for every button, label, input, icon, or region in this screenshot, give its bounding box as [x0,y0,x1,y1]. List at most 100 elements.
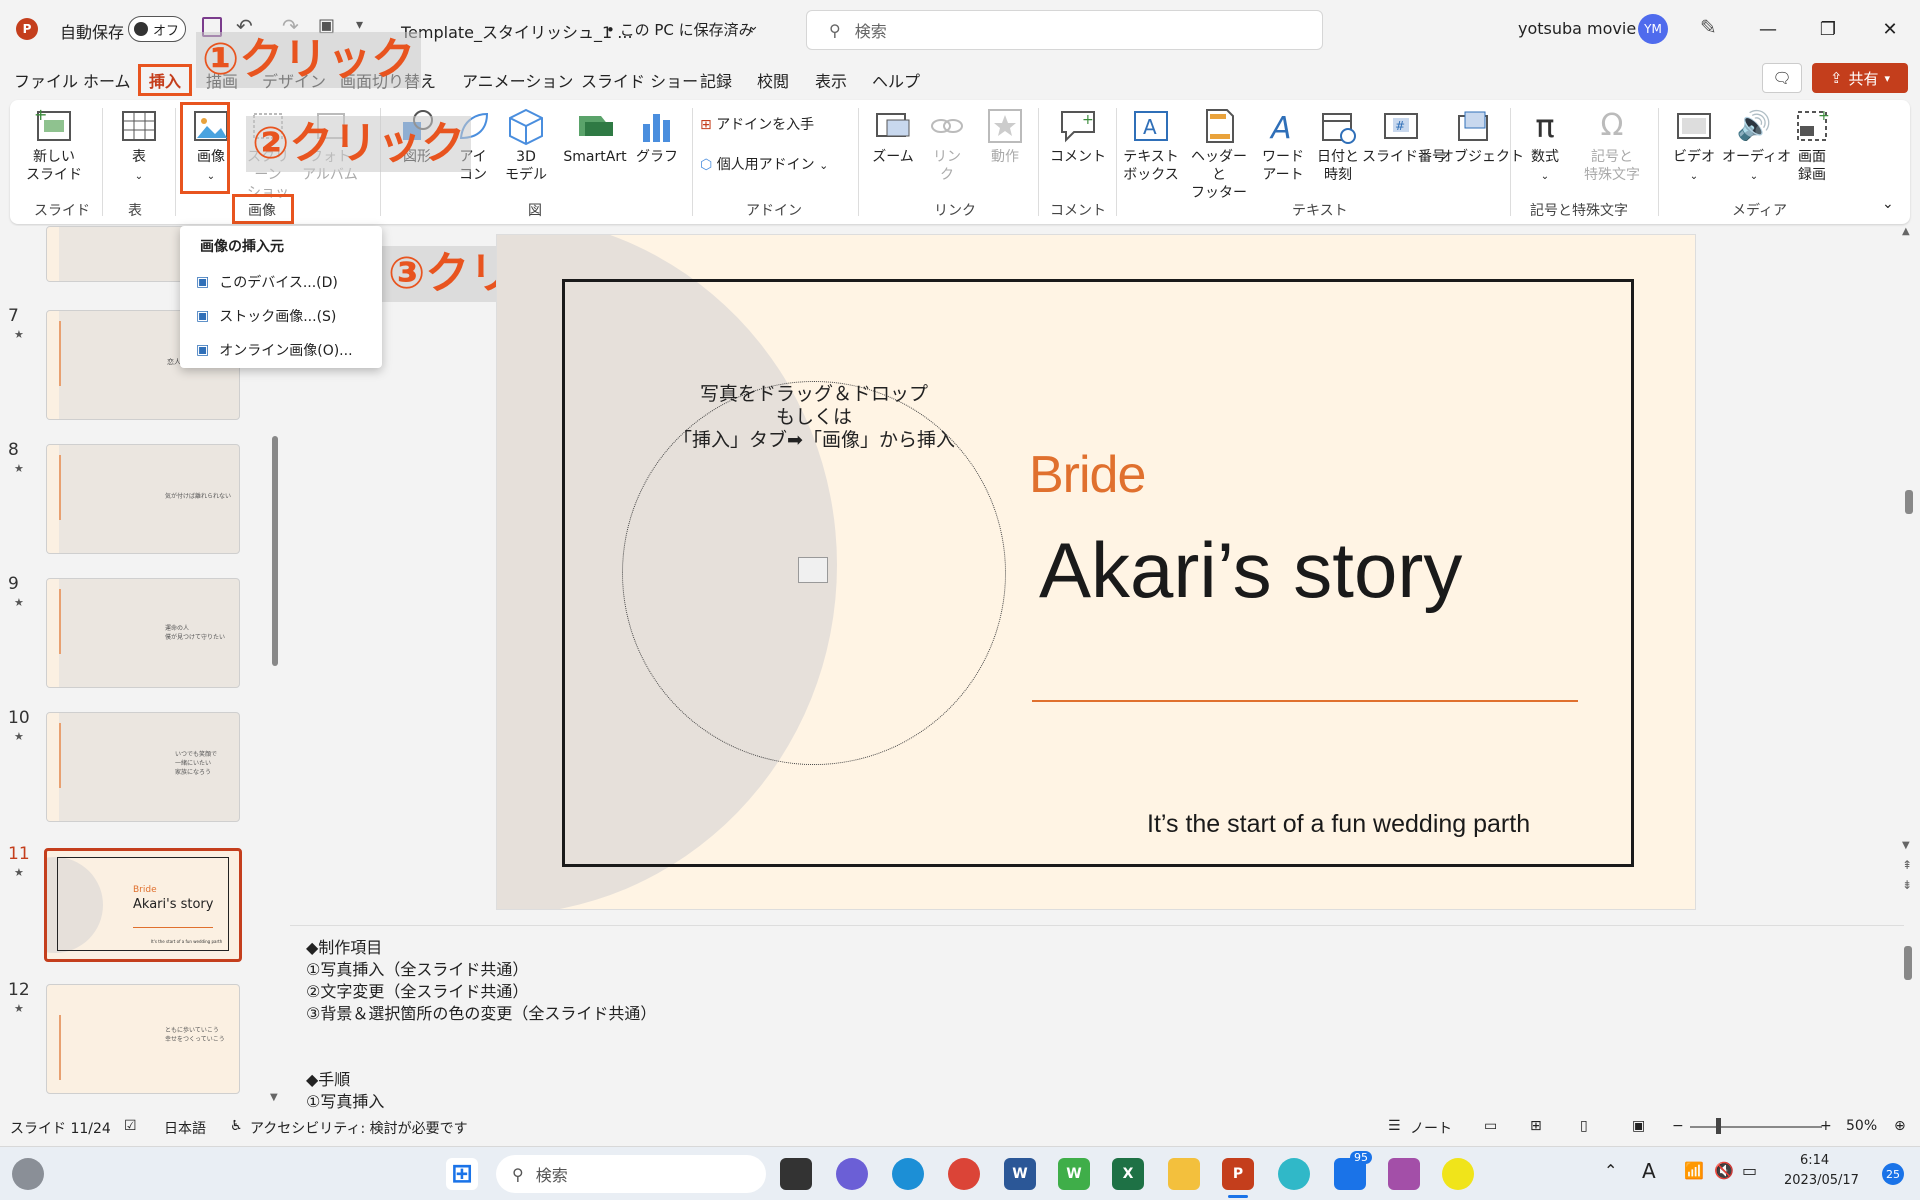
powerpoint-taskbar-icon[interactable]: P [1222,1158,1254,1190]
chart-button[interactable]: グラフ [634,106,680,166]
file-explorer-icon[interactable] [1168,1158,1200,1190]
customize-qat-icon[interactable]: ▾ [356,17,363,33]
object-button[interactable]: オブジェクト [1440,106,1524,166]
slideshow-view-icon[interactable]: ▣ [1632,1118,1645,1134]
yellow-app-icon[interactable] [1442,1158,1474,1190]
slide-thumbnail-12[interactable]: ともに歩いていこう 幸せをつくっていこう [46,984,240,1094]
accessibility-status[interactable]: アクセシビリティ: 検討が必要です [250,1118,468,1138]
zoom-level[interactable]: 50% [1846,1118,1877,1134]
slide-thumbnail-10[interactable]: いつでも笑顔で 一緒にいたい 家族になろう [46,712,240,822]
insert-picture-icon[interactable] [798,557,828,583]
menu-item-this-device[interactable]: ▣ このデバイス...(D) [196,272,338,292]
slide-sorter-icon[interactable]: ⊞ [1530,1118,1542,1134]
start-button-icon[interactable]: ⊞ [446,1158,478,1190]
excel-icon[interactable]: X [1112,1158,1144,1190]
zoom-button[interactable]: ズーム [868,106,918,166]
scroll-down-icon[interactable]: ▼ [1902,840,1910,851]
tab-animations[interactable]: アニメーション [462,68,573,92]
share-button[interactable]: ⇪ 共有 ▾ [1812,63,1908,93]
wordart-button[interactable]: A ワード アート [1254,106,1312,184]
language[interactable]: 日本語 [164,1118,206,1138]
slide-canvas[interactable]: 写真をドラッグ＆ドロップ もしくは 「挿入」タブ➡「画像」から挿入 Bride … [496,234,1696,910]
widgets-icon[interactable] [12,1158,44,1190]
pen-icon[interactable]: ✎ [1700,15,1717,39]
header-footer-button[interactable]: ヘッダーと フッター [1186,106,1252,202]
slide-subtitle[interactable]: It’s the start of a fun wedding parth [1147,810,1530,839]
minimize-button[interactable]: — [1748,9,1788,49]
bride-label[interactable]: Bride [1029,445,1146,505]
word-icon[interactable]: W [1004,1158,1036,1190]
slide-thumbnail-8[interactable]: 気が付けば離れられない [46,444,240,554]
link-button[interactable]: リン ク [924,106,970,184]
smartart-button[interactable]: SmartArt [560,106,630,166]
restore-button[interactable]: ❐ [1808,9,1848,49]
tab-review[interactable]: 校閲 [757,68,789,92]
action-button[interactable]: 動作 [982,106,1028,166]
next-slide-icon[interactable]: ⇟ [1902,878,1912,892]
comment-insert-button[interactable]: + コメント [1046,106,1110,166]
save-status[interactable]: • この PC に保存済み [606,19,754,40]
notes-toggle[interactable]: ノート [1410,1118,1452,1138]
notes-scrollbar[interactable] [1904,946,1912,980]
zoom-in-icon[interactable]: + [1820,1118,1832,1134]
normal-view-icon[interactable]: ▭ [1484,1118,1497,1134]
zoom-slider-thumb[interactable] [1716,1118,1721,1134]
ribbon-collapse-icon[interactable]: ⌄ [1882,196,1894,212]
slide-thumbnail-9[interactable]: 運命の人 僕が見つけて守りたい [46,578,240,688]
table-button[interactable]: 表 ⌄ [114,106,164,186]
notes-pane[interactable]: ◆制作項目 ①写真挿入（全スライド共通） ②文字変更（全スライド共通） ③背景＆… [290,925,1912,1111]
thumbnail-scrollbar[interactable] [272,436,278,666]
3d-model-button[interactable]: 3D モデル [500,106,552,184]
get-addin-button[interactable]: ⊞ アドインを入手 [700,116,814,134]
tray-overflow-icon[interactable]: ⌃ [1604,1161,1617,1180]
taskbar-search[interactable]: ⚲ 検索 [496,1155,766,1193]
avatar[interactable]: YM [1638,14,1668,44]
cloud-app-icon[interactable] [1278,1158,1310,1190]
reading-view-icon[interactable]: ▯ [1580,1118,1588,1134]
teams-chat-icon[interactable] [836,1158,868,1190]
tab-slideshow[interactable]: スライド ショー [581,68,698,92]
wps-writer-icon[interactable]: W [1058,1158,1090,1190]
spellcheck-icon[interactable]: ☑ [124,1118,137,1134]
screen-record-button[interactable]: + 画面 録画 [1786,106,1838,184]
scroll-up-icon[interactable]: ▲ [1902,226,1910,237]
close-button[interactable]: ✕ [1870,9,1910,49]
notification-badge[interactable]: 25 [1882,1163,1904,1185]
wifi-icon[interactable]: 📶 [1684,1161,1704,1180]
equation-button[interactable]: π 数式 ⌄ [1520,106,1570,186]
prev-slide-icon[interactable]: ⇞ [1902,858,1912,872]
tab-help[interactable]: ヘルプ [872,68,920,92]
clock-time[interactable]: 6:14 [1800,1153,1829,1168]
edge-icon[interactable] [892,1158,924,1190]
chevron-down-icon[interactable]: ⌄ [748,19,759,34]
tab-view[interactable]: 表示 [815,68,847,92]
tab-record[interactable]: 記録 [700,68,732,92]
tab-home[interactable]: ホーム [83,68,131,92]
menu-item-stock-images[interactable]: ▣ ストック画像...(S) [196,306,336,326]
task-view-icon[interactable] [780,1158,812,1190]
game-app-icon[interactable] [1388,1158,1420,1190]
my-addin-button[interactable]: ⬡ 個人用アドイン ⌄ [700,156,828,175]
zoom-slider[interactable] [1690,1126,1822,1128]
new-slide-button[interactable]: + 新しい スライド [24,106,84,184]
battery-icon[interactable]: ▭ [1742,1161,1757,1180]
autosave-toggle[interactable]: オフ [128,16,186,42]
slide-number-button[interactable]: # スライド番号 [1362,106,1446,166]
menu-item-online-images[interactable]: ▣ オンライン画像(O)... [196,340,353,360]
comments-button[interactable]: 🗨 [1762,63,1802,93]
search-box[interactable]: ⚲ 検索 [806,10,1323,50]
video-button[interactable]: ビデオ ⌄ [1666,106,1722,186]
symbol-button[interactable]: Ω 記号と 特殊文字 [1576,106,1648,184]
fit-slide-icon[interactable]: ⊕ [1894,1118,1906,1134]
tab-file[interactable]: ファイル [14,68,78,92]
chrome-icon[interactable] [948,1158,980,1190]
scroll-down-icon[interactable]: ▼ [270,1092,278,1103]
clock-date[interactable]: 2023/05/17 [1784,1173,1859,1188]
textbox-button[interactable]: A テキスト ボックス [1118,106,1184,184]
slide-thumbnail-11-selected[interactable]: Bride Akari's story It's the start of a … [44,848,242,962]
editor-scrollbar[interactable] [1905,490,1913,514]
zoom-out-icon[interactable]: − [1672,1118,1684,1134]
ime-icon[interactable]: A [1642,1159,1656,1183]
datetime-button[interactable]: 日付と 時刻 [1310,106,1366,184]
audio-button[interactable]: 🔊 オーディオ ⌄ [1722,106,1791,186]
